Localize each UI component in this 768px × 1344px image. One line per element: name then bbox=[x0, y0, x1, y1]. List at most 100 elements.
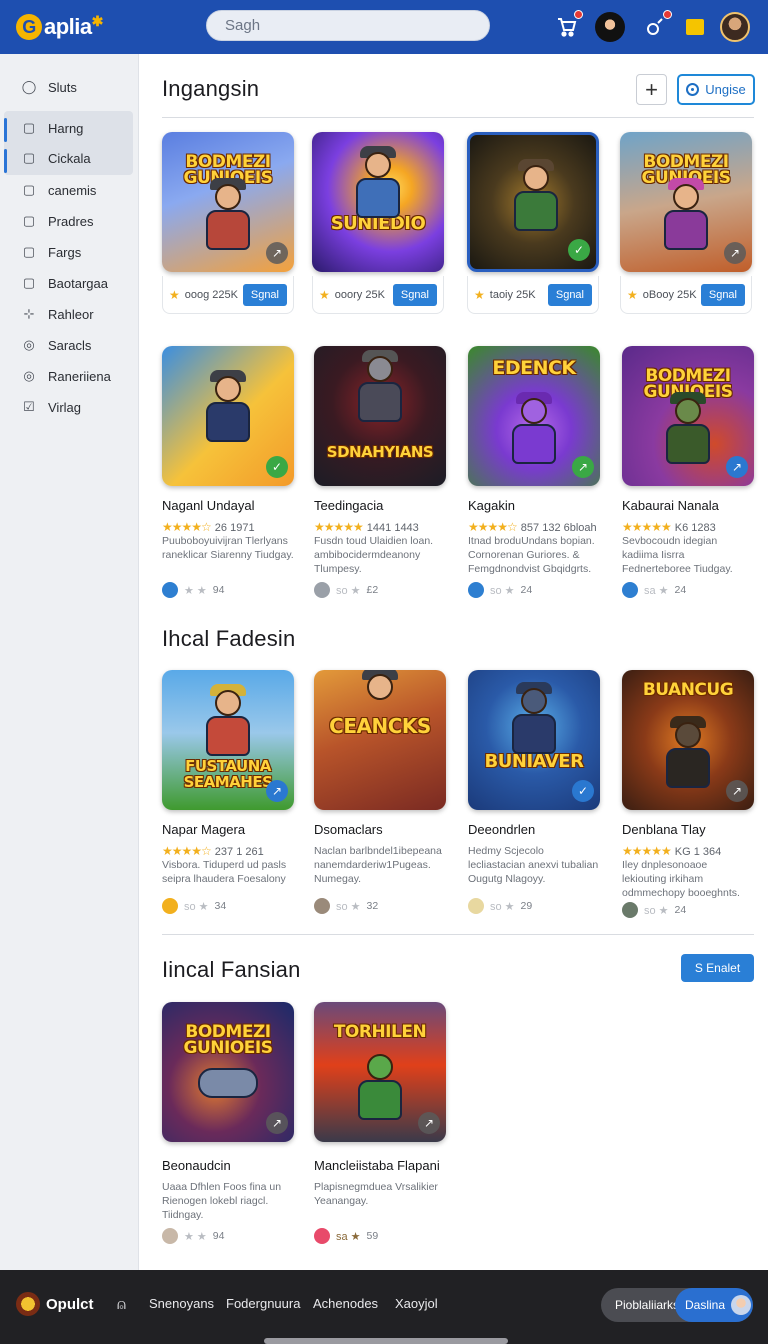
share-icon[interactable]: ↗ bbox=[266, 780, 288, 802]
logo-text: aplia bbox=[44, 14, 92, 39]
sidebar-item-harng[interactable]: ▢ Harng bbox=[0, 114, 139, 142]
game-description: Hedmy Scjecolo lecliastacian anexvi tuba… bbox=[468, 845, 599, 885]
game-thumbnail: BUNIAVER ✓ bbox=[468, 670, 600, 810]
pill-left-label: Pioblaliiarks bbox=[615, 1298, 680, 1312]
square-icon: ▢ bbox=[22, 213, 36, 228]
sidebar-item-virlag[interactable]: ☑ Virlag bbox=[0, 393, 139, 421]
share-icon[interactable]: ↗ bbox=[572, 456, 594, 478]
price-text: taoiy 25K bbox=[489, 288, 536, 301]
yellow-square-icon[interactable] bbox=[680, 12, 710, 42]
sidebar-item-cickala[interactable]: ▢ Cickala bbox=[0, 144, 139, 172]
user-icon bbox=[162, 1228, 178, 1244]
share-icon[interactable]: ↗ bbox=[724, 242, 746, 264]
cart-icon[interactable] bbox=[551, 10, 583, 42]
see-all-button[interactable]: S Enalet bbox=[681, 954, 754, 982]
card-meta: so ★ 29 bbox=[468, 898, 600, 914]
game-thumbnail: FUSTAUNA SEAMAHES ↗ bbox=[162, 670, 294, 810]
star-icon: sa ★ bbox=[336, 1230, 361, 1243]
star-outline-icon: so ★ bbox=[336, 584, 361, 597]
character-figure bbox=[350, 350, 410, 432]
card-meta: so ★ £2 bbox=[314, 582, 446, 598]
section-title: Ihcal Fadesin bbox=[162, 626, 296, 651]
footer-pill[interactable]: Pioblaliiarks Daslina bbox=[601, 1288, 753, 1322]
rating: ★★★★★ K6 1283 bbox=[622, 520, 716, 534]
game-title[interactable]: Napar Magera bbox=[162, 822, 302, 837]
footer-link[interactable]: Xaoyjol bbox=[395, 1296, 438, 1311]
sidebar-item-pradres[interactable]: ▢ Pradres bbox=[0, 207, 139, 235]
app-logo[interactable]: G aplia ✱ bbox=[16, 10, 103, 44]
square-icon: ▢ bbox=[22, 150, 36, 165]
footer-logo[interactable]: Opulct bbox=[16, 1292, 94, 1316]
user-icon bbox=[314, 1228, 330, 1244]
card-meta: sa ★ 59 bbox=[314, 1228, 446, 1244]
signal-button[interactable]: Sgnal bbox=[392, 283, 437, 306]
sidebar-item-rahleor[interactable]: ⊹ Rahleor bbox=[0, 300, 139, 328]
signal-button[interactable]: Sgnal bbox=[242, 283, 287, 306]
cart-badge bbox=[574, 10, 583, 19]
price-text: oBooy 25K bbox=[642, 288, 697, 301]
sidebar-item-sluts[interactable]: ◯ Sluts bbox=[0, 73, 139, 101]
game-title[interactable]: Denblana Tlay bbox=[622, 822, 762, 837]
target-icon: ◎ bbox=[23, 368, 35, 383]
logo-mark-icon: G bbox=[16, 14, 42, 40]
share-icon[interactable]: ↗ bbox=[266, 242, 288, 264]
adjust-icon: ⊹ bbox=[23, 306, 35, 321]
share-icon[interactable]: ↗ bbox=[266, 1112, 288, 1134]
game-title[interactable]: Naganl Undayal bbox=[162, 498, 302, 513]
pill-right[interactable]: Daslina bbox=[675, 1288, 753, 1322]
user-icon bbox=[314, 582, 330, 598]
game-title[interactable]: Teedingacia bbox=[314, 498, 454, 513]
signal-button[interactable]: Sgnal bbox=[700, 283, 745, 306]
notification-icon[interactable] bbox=[640, 10, 672, 42]
sidebar-item-saracls[interactable]: ◎ Saracls bbox=[0, 331, 139, 359]
profile-avatar[interactable] bbox=[720, 12, 750, 42]
sidebar-item-raneriiena[interactable]: ◎ Raneriiena bbox=[0, 362, 139, 390]
footer-link[interactable]: Fodergnuura bbox=[226, 1296, 300, 1311]
game-title[interactable]: Mancleiistaba Flapani bbox=[314, 1158, 454, 1173]
sidebar-item-canemis[interactable]: ▢ canemis bbox=[0, 176, 139, 204]
game-thumbnail: BUANCUG ↗ bbox=[622, 670, 754, 810]
character-figure bbox=[348, 146, 408, 228]
sidebar-item-baotargaa[interactable]: ▢ Baotargaa bbox=[0, 269, 139, 297]
search-input[interactable] bbox=[206, 10, 490, 41]
user-avatar[interactable] bbox=[595, 12, 625, 42]
footer-link[interactable]: Achenodes bbox=[313, 1296, 378, 1311]
price-text: ooog 225K bbox=[184, 288, 238, 301]
check-icon[interactable]: ✓ bbox=[266, 456, 288, 478]
share-icon[interactable]: ↗ bbox=[726, 780, 748, 802]
share-icon[interactable]: ↗ bbox=[418, 1112, 440, 1134]
home-indicator[interactable] bbox=[264, 1338, 508, 1344]
pill-right-label: Daslina bbox=[685, 1298, 726, 1312]
game-thumbnail: EDENCK ↗ bbox=[468, 346, 600, 486]
outline-button[interactable]: Ungise bbox=[677, 74, 755, 105]
divider bbox=[162, 117, 754, 118]
bookmark-icon[interactable]: ⍝ bbox=[117, 1296, 126, 1313]
signal-button[interactable]: Sgnal bbox=[547, 283, 592, 306]
character-figure bbox=[350, 670, 410, 714]
check-icon[interactable]: ✓ bbox=[568, 239, 590, 261]
game-title[interactable]: Deeondrlen bbox=[468, 822, 608, 837]
game-title[interactable]: Dsomaclars bbox=[314, 822, 454, 837]
character-figure bbox=[504, 392, 564, 474]
card-meta: so ★ 32 bbox=[314, 898, 446, 914]
add-button[interactable]: + bbox=[636, 74, 667, 105]
rating-stars-icon: ★★★★☆ bbox=[468, 520, 518, 534]
game-thumbnail: BODMEZI GUNIOEIS ↗ bbox=[162, 1002, 294, 1142]
game-title[interactable]: Kagakin bbox=[468, 498, 608, 513]
share-icon[interactable]: ↗ bbox=[726, 456, 748, 478]
game-title[interactable]: Beonaudcin bbox=[162, 1158, 302, 1173]
chat-icon: ◯ bbox=[21, 79, 37, 94]
check-icon[interactable]: ✓ bbox=[572, 780, 594, 802]
game-title[interactable]: Kabaurai Nanala bbox=[622, 498, 762, 513]
sidebar-item-fargs[interactable]: ▢ Fargs bbox=[0, 238, 139, 266]
game-thumbnail: CEANCKS bbox=[314, 670, 446, 810]
card-meta: so ★ 34 bbox=[162, 898, 294, 914]
section-title: Ingangsin bbox=[162, 76, 260, 101]
star-icon: ★ bbox=[169, 287, 180, 302]
footer-link[interactable]: Snenoyans bbox=[149, 1296, 214, 1311]
character-figure bbox=[190, 1058, 260, 1134]
rating-stars-icon: ★★★★☆ bbox=[162, 520, 212, 534]
game-description: Sevbocoudn idegian kadiima Iisrra Fedner… bbox=[622, 535, 733, 575]
rating: ★★★★★ 1441 1443 bbox=[314, 520, 419, 534]
square-icon: ▢ bbox=[22, 275, 36, 290]
